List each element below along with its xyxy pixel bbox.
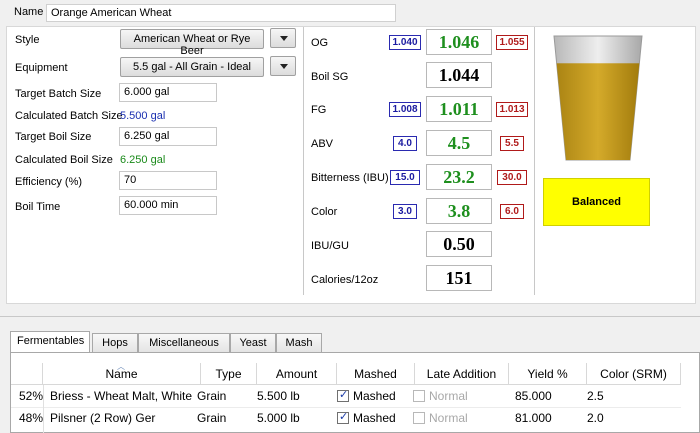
mashed-checkbox[interactable] [337,388,349,402]
column-header-amount[interactable]: Amount [257,363,337,385]
efficiency-label: Efficiency (%) [15,176,83,188]
column-divider [43,385,44,433]
ibu-gu-label: IBU/GU [311,240,349,252]
fg-label: FG [311,104,327,116]
row-type[interactable]: Grain [197,407,226,429]
target-batch-size-input[interactable]: 6.000 gal [119,83,217,102]
splitter-handle[interactable] [0,316,700,317]
abv-value: 4.5 [426,130,492,156]
column-header-name[interactable]: ︿ Name [43,362,201,385]
calories-label: Calories/12oz [311,274,379,286]
late-addition-checkbox [413,412,425,424]
tab-fermentables[interactable]: Fermentables [10,331,90,352]
fg-max-value: 1.013 [496,102,528,117]
mashed-label: Mashed [353,389,396,403]
row-name[interactable]: Pilsner (2 Row) Ger [50,407,200,429]
boil-time-input[interactable]: 60.000 min [119,196,217,215]
fg-value: 1.011 [426,96,492,122]
row-type[interactable]: Grain [197,385,226,407]
row-color[interactable]: 2.0 [587,407,604,429]
color-max-value: 6.0 [500,204,524,219]
late-addition-label: Normal [429,411,468,425]
calculated-batch-size-value: 5.500 gal [120,110,166,122]
row-percentage: 52% [19,389,44,403]
style-select[interactable]: American Wheat or Rye Beer [120,29,264,57]
beer-glass-icon [553,35,643,161]
table-header-corner [11,363,43,385]
bitterness-label: Bitterness (IBU) [311,172,389,184]
bitterness-min-value: 15.0 [390,170,420,185]
column-header-color[interactable]: Color (SRM) [587,363,681,385]
equipment-label: Equipment [15,62,68,74]
late-addition-label: Normal [429,389,468,403]
style-label: Style [15,34,40,46]
calories-value: 151 [426,265,492,291]
divider [534,27,535,295]
abv-label: ABV [311,138,334,150]
sort-ascending-icon: ︿ [117,362,125,371]
boil-time-label: Boil Time [15,201,61,213]
row-mashed[interactable]: Mashed [337,385,396,407]
row-late-addition: Normal [413,385,468,407]
abv-max-value: 5.5 [500,136,524,151]
mashed-checkbox[interactable] [337,410,349,424]
og-min-value: 1.040 [389,35,421,50]
tab-miscellaneous[interactable]: Miscellaneous [138,333,230,352]
boil-sg-value: 1.044 [426,62,492,88]
row-mashed[interactable]: Mashed [337,407,396,429]
row-yield[interactable]: 81.000 [515,407,552,429]
tab-yeast[interactable]: Yeast [230,333,276,352]
equipment-select[interactable]: 5.5 gal - All Grain - Ideal [120,57,264,77]
target-batch-size-label: Target Batch Size [15,88,102,100]
late-addition-checkbox [413,390,425,402]
color-label: Color [311,206,338,218]
target-boil-size-label: Target Boil Size [15,131,92,143]
tab-mash[interactable]: Mash [276,333,322,352]
calculated-batch-size-label: Calculated Batch Size [15,110,123,122]
equipment-dropdown-button[interactable] [270,56,296,76]
column-header-yield[interactable]: Yield % [509,363,587,385]
column-header-late-addition[interactable]: Late Addition [415,363,509,385]
mashed-label: Mashed [353,411,396,425]
row-color[interactable]: 2.5 [587,385,604,407]
row-name[interactable]: Briess - Wheat Malt, White [50,385,200,407]
boil-sg-label: Boil SG [311,71,349,83]
row-divider [11,407,681,408]
bitterness-max-value: 30.0 [497,170,527,185]
calculated-boil-size-label: Calculated Boil Size [15,154,113,166]
name-label: Name [14,6,44,18]
calculated-boil-size-value: 6.250 gal [120,154,166,166]
column-header-mashed[interactable]: Mashed [337,363,415,385]
ibu-gu-value: 0.50 [426,231,492,257]
row-yield[interactable]: 85.000 [515,385,552,407]
bitterness-value: 23.2 [426,164,492,190]
abv-min-value: 4.0 [393,136,417,151]
og-max-value: 1.055 [496,35,528,50]
style-dropdown-button[interactable] [270,28,296,48]
fermentables-table: ︿ Name Type Amount Mashed Late Addition … [10,352,700,433]
efficiency-input[interactable]: 70 [119,171,217,190]
divider [303,27,304,295]
og-value: 1.046 [426,29,492,55]
color-min-value: 3.0 [393,204,417,219]
row-percentage: 48% [19,411,44,425]
color-value: 3.8 [426,198,492,224]
fg-min-value: 1.008 [389,102,421,117]
target-boil-size-input[interactable]: 6.250 gal [119,127,217,146]
row-amount[interactable]: 5.000 lb [257,407,300,429]
og-label: OG [311,37,329,49]
tab-hops[interactable]: Hops [92,333,138,352]
column-header-type[interactable]: Type [201,363,257,385]
balance-indicator: Balanced [543,178,650,226]
row-amount[interactable]: 5.500 lb [257,385,300,407]
recipe-name-input[interactable]: Orange American Wheat [46,4,396,22]
row-late-addition: Normal [413,407,468,429]
